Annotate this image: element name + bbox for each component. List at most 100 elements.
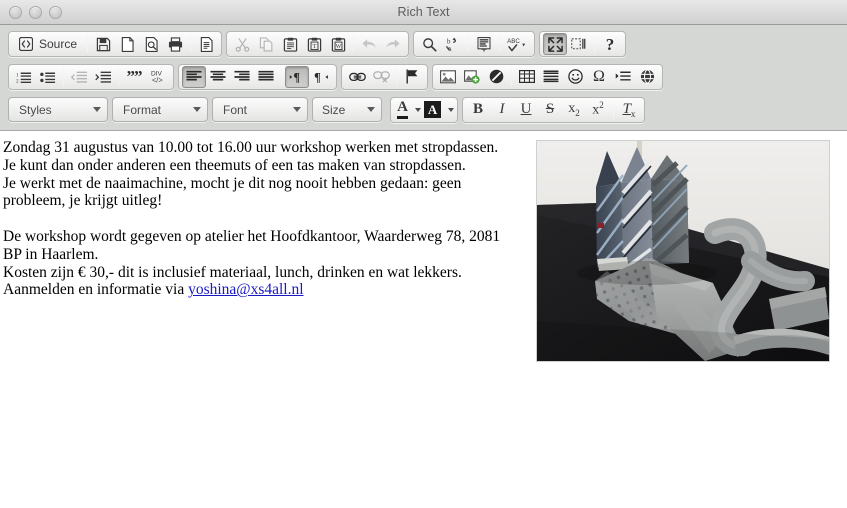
align-right-button[interactable] — [230, 66, 254, 88]
justify-button[interactable] — [254, 66, 278, 88]
chevron-down-icon — [93, 107, 101, 112]
minimize-button[interactable] — [29, 5, 42, 19]
table-button[interactable] — [515, 66, 539, 88]
editor-toolbar: Source T W b a ABC ? 1 2 ”” DIV </> ¶ ¶ … — [0, 25, 847, 131]
italic-button[interactable]: I — [490, 99, 514, 121]
templates-icon — [200, 36, 213, 52]
neckties-photo-image — [537, 141, 829, 361]
horizontal-rule-button[interactable] — [539, 66, 563, 88]
paragraph-2-line-4: Aanmelden en informatie via — [3, 281, 189, 299]
bulleted-list-button[interactable] — [36, 66, 60, 88]
cut-button[interactable] — [230, 33, 254, 55]
flash-button[interactable] — [460, 66, 484, 88]
no-entry-icon — [489, 69, 503, 84]
chevron-down-icon — [448, 107, 455, 112]
window-controls — [9, 5, 62, 19]
text-color-button[interactable]: A — [394, 99, 424, 121]
replace-button[interactable]: b a — [441, 33, 465, 55]
indent-button[interactable] — [91, 66, 115, 88]
justify-icon — [258, 70, 274, 81]
smiley-button[interactable] — [563, 66, 587, 88]
email-link[interactable]: yoshina@xs4all.nl — [188, 281, 303, 298]
link-button[interactable] — [345, 66, 369, 88]
paragraph-1-line-4: probleem, je krijgt uitleg! — [3, 192, 163, 210]
paste-word-icon: W — [331, 37, 345, 52]
source-icon — [19, 37, 33, 51]
format-dropdown[interactable]: Format — [112, 97, 208, 122]
undo-arrow-icon — [362, 39, 376, 48]
toolbar-row-2: 1 2 ”” DIV </> ¶ ¶ Ω — [4, 60, 843, 93]
iframe-button[interactable] — [635, 66, 659, 88]
document-body[interactable]: Zondag 31 augustus van 10.00 tot 16.00 u… — [0, 131, 847, 362]
maximize-button[interactable] — [543, 33, 568, 55]
toolbar-group-clipboard: T W — [226, 31, 410, 57]
editor-content-area[interactable]: Zondag 31 augustus van 10.00 tot 16.00 u… — [0, 131, 847, 508]
underline-button[interactable]: U — [514, 99, 538, 121]
underline-icon: U — [520, 101, 532, 117]
print-icon — [168, 36, 182, 52]
paste-icon — [283, 37, 297, 52]
superscript-button[interactable]: x2 — [586, 99, 610, 121]
paragraph-1: Zondag 31 augustus van 10.00 tot 16.00 u… — [3, 139, 528, 210]
chevron-down-icon — [293, 107, 301, 112]
align-center-button[interactable] — [206, 66, 230, 88]
size-dropdown[interactable]: Size — [312, 97, 382, 122]
remove-format-button[interactable]: Tx — [617, 99, 641, 121]
styles-dropdown[interactable]: Styles — [8, 97, 108, 122]
blockquote-button[interactable]: ”” — [122, 66, 146, 88]
replace-icon: b a — [445, 37, 456, 52]
paragraph-2-line-3: Kosten zijn € 30,- dit is inclusief mate… — [3, 263, 462, 281]
image-button[interactable] — [436, 66, 460, 88]
anchor-button[interactable] — [400, 66, 424, 88]
close-button[interactable] — [9, 5, 22, 19]
toolbar-separator — [468, 35, 470, 53]
paste-button[interactable] — [278, 33, 302, 55]
text-direction-rtl-button[interactable]: ¶ — [309, 66, 333, 88]
font-dropdown[interactable]: Font — [212, 97, 308, 122]
svg-text:2: 2 — [16, 78, 19, 83]
unlink-button[interactable] — [369, 66, 393, 88]
insert-page-break-button[interactable] — [611, 66, 635, 88]
text-direction-ltr-button[interactable]: ¶ — [285, 65, 309, 88]
redo-button[interactable] — [381, 33, 405, 55]
strikethrough-button[interactable]: S — [538, 99, 562, 121]
neckties-photo[interactable] — [536, 140, 830, 362]
outdent-button[interactable] — [67, 66, 91, 88]
select-all-button[interactable] — [472, 33, 496, 55]
image-icon — [440, 69, 456, 83]
preview-button[interactable] — [139, 33, 163, 55]
zoom-button[interactable] — [49, 5, 62, 19]
copy-button[interactable] — [254, 33, 278, 55]
find-button[interactable] — [417, 33, 441, 55]
show-blocks-button[interactable] — [567, 33, 591, 55]
horizontal-rule-icon — [543, 70, 559, 83]
superscript-icon: x2 — [592, 100, 604, 118]
new-page-button[interactable] — [115, 33, 139, 55]
flag-anchor-icon — [406, 69, 418, 84]
background-color-button[interactable]: A — [423, 99, 455, 121]
paste-as-text-button[interactable]: T — [302, 33, 326, 55]
undo-button[interactable] — [357, 33, 381, 55]
numbered-list-button[interactable]: 1 2 — [12, 66, 36, 88]
paragraph-1-line-1: Zondag 31 augustus van 10.00 tot 16.00 u… — [3, 139, 499, 156]
paste-from-word-button[interactable]: W — [326, 33, 350, 55]
omega-icon: Ω — [593, 67, 605, 85]
special-character-button[interactable]: Ω — [587, 66, 611, 88]
source-button[interactable]: Source — [12, 33, 84, 55]
save-button[interactable] — [91, 33, 115, 55]
create-div-button[interactable]: DIV </> — [146, 66, 170, 88]
globe-iframe-icon — [640, 69, 654, 84]
page-break-circle-button[interactable] — [484, 66, 508, 88]
scissors-icon — [235, 37, 249, 52]
templates-button[interactable] — [194, 33, 218, 55]
spellcheck-button[interactable]: ABC — [503, 33, 531, 55]
toolbar-separator — [511, 67, 512, 86]
subscript-button[interactable]: x2 — [562, 99, 586, 121]
about-button[interactable]: ? — [598, 33, 622, 55]
bold-button[interactable]: B — [466, 99, 490, 121]
print-button[interactable] — [163, 33, 187, 55]
toolbar-separator — [118, 67, 119, 86]
align-left-button[interactable] — [182, 65, 206, 88]
font-dropdown-label: Font — [223, 102, 248, 117]
toolbar-separator — [396, 67, 397, 86]
